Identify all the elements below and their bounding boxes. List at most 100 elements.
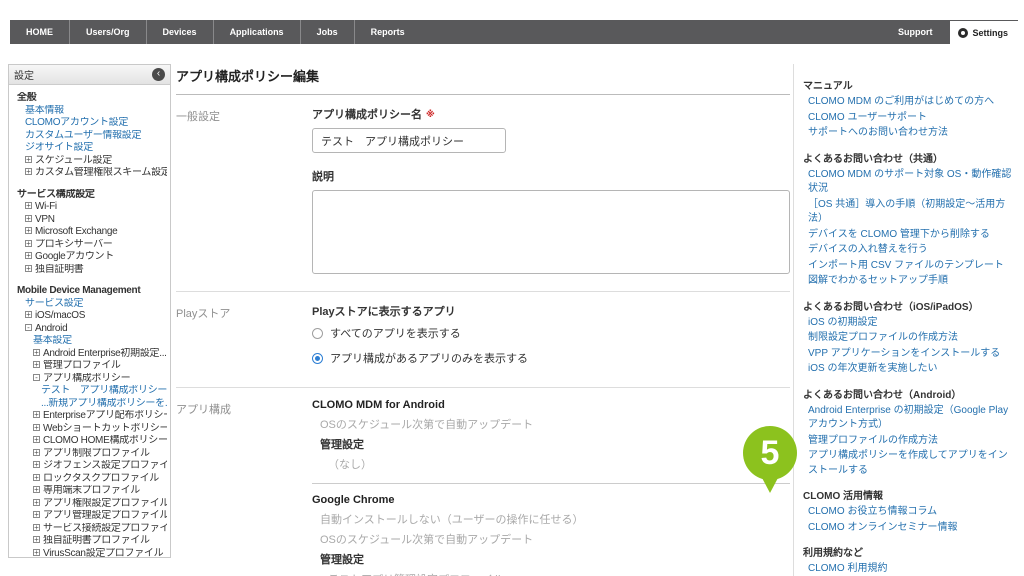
sidebar-item[interactable]: +カスタム管理権限スキーム設定 <box>12 167 167 180</box>
expand-icon[interactable]: + <box>25 215 32 222</box>
help-link[interactable]: アプリ構成ポリシーを作成してアプリをインストールする <box>803 449 1017 478</box>
expand-icon[interactable]: + <box>33 349 40 356</box>
help-link[interactable]: CLOMO MDM のご利用がはじめての方へ <box>803 95 1017 110</box>
sidebar-item[interactable]: +Microsoft Exchange <box>12 226 167 239</box>
expand-icon[interactable]: - <box>25 324 32 331</box>
sidebar-item-label: テスト アプリ構成ポリシー <box>41 385 167 396</box>
sidebar-item[interactable]: +VPN <box>12 214 167 227</box>
expand-icon[interactable]: - <box>33 374 40 381</box>
sidebar-item[interactable]: +独自証明書プロファイル <box>12 535 167 548</box>
sidebar-item[interactable] <box>12 180 167 189</box>
sidebar-item-label: Android Enterprise初期設定... <box>43 348 167 359</box>
nav-item[interactable]: Devices <box>146 20 213 44</box>
help-link[interactable]: CLOMO オンラインセミナー情報 <box>803 521 1017 536</box>
sidebar-item[interactable]: CLOMOアカウント設定 <box>12 117 167 130</box>
sidebar-item[interactable]: +独自証明書 <box>12 264 167 277</box>
nav-item[interactable]: Reports <box>354 20 421 44</box>
help-link[interactable]: インポート用 CSV ファイルのテンプレート <box>803 259 1017 274</box>
radio-option[interactable]: すべてのアプリを表示する <box>312 325 790 341</box>
sidebar-item[interactable]: +ジオフェンス設定プロファイル <box>12 460 167 473</box>
help-link[interactable]: CLOMO お役立ち情報コラム <box>803 505 1017 520</box>
help-link[interactable]: 制限設定プロファイルの作成方法 <box>803 331 1017 346</box>
sidebar-item[interactable]: テスト アプリ構成ポリシー <box>12 385 167 398</box>
sidebar-item[interactable]: 全般 <box>12 92 167 105</box>
expand-icon[interactable]: + <box>33 474 40 481</box>
help-link[interactable]: VPP アプリケーションをインストールする <box>803 347 1017 362</box>
sidebar-item[interactable]: +アプリ管理設定プロファイル <box>12 510 167 523</box>
sidebar-item[interactable]: サービス構成設定 <box>12 189 167 202</box>
expand-icon[interactable]: + <box>33 361 40 368</box>
help-link[interactable]: CLOMO ユーザーサポート <box>803 111 1017 126</box>
expand-icon[interactable]: + <box>33 424 40 431</box>
nav-item[interactable]: Applications <box>213 20 300 44</box>
expand-icon[interactable]: + <box>33 411 40 418</box>
sidebar-item[interactable]: +専用端末プロファイル <box>12 485 167 498</box>
sidebar-item[interactable]: +プロキシサーバー <box>12 239 167 252</box>
help-link[interactable]: デバイスの入れ替えを行う <box>803 243 1017 258</box>
sidebar-item[interactable] <box>12 276 167 285</box>
help-link[interactable]: ［OS 共通］導入の手順（初期設定〜活用方法） <box>803 198 1017 227</box>
sidebar-item[interactable]: +Googleアカウント <box>12 251 167 264</box>
expand-icon[interactable]: + <box>33 486 40 493</box>
expand-icon[interactable]: + <box>25 240 32 247</box>
expand-icon[interactable]: + <box>33 549 40 556</box>
expand-icon[interactable]: + <box>25 252 32 259</box>
sidebar-item[interactable]: カスタムユーザー情報設定 <box>12 130 167 143</box>
help-link[interactable]: CLOMO 利用規約 <box>803 562 1017 576</box>
sidebar-item[interactable]: Mobile Device Management <box>12 285 167 298</box>
expand-icon[interactable]: + <box>33 499 40 506</box>
sidebar-item[interactable]: +Wi-Fi <box>12 201 167 214</box>
expand-icon[interactable]: + <box>25 156 32 163</box>
radio-option[interactable]: アプリ構成があるアプリのみを表示する <box>312 350 790 366</box>
expand-icon[interactable]: + <box>25 168 32 175</box>
expand-icon[interactable]: + <box>33 461 40 468</box>
sidebar-item[interactable]: +VirusScan設定プロファイル <box>12 548 167 559</box>
help-link[interactable]: Android Enterprise の初期設定（Google Play アカウ… <box>803 404 1017 433</box>
expand-icon[interactable]: + <box>33 536 40 543</box>
sidebar-item[interactable]: サービス設定 <box>12 298 167 311</box>
help-link[interactable]: サポートへのお問い合わせ方法 <box>803 126 1017 141</box>
sidebar-item[interactable]: +Android Enterprise初期設定... <box>12 348 167 361</box>
expand-icon[interactable]: + <box>33 524 40 531</box>
description-textarea[interactable] <box>312 190 790 274</box>
sidebar-item[interactable]: +アプリ権限設定プロファイル <box>12 498 167 511</box>
sidebar-item[interactable]: -Android <box>12 323 167 336</box>
expand-icon[interactable]: + <box>33 449 40 456</box>
sidebar-item[interactable]: +Enterpriseアプリ配布ポリシー <box>12 410 167 423</box>
sidebar-item[interactable]: 基本設定 <box>12 335 167 348</box>
nav-item[interactable]: HOME <box>10 20 69 44</box>
sidebar-item[interactable]: -アプリ構成ポリシー <box>12 373 167 386</box>
sidebar-item[interactable]: ジオサイト設定 <box>12 142 167 155</box>
help-link[interactable]: 管理プロファイルの作成方法 <box>803 434 1017 449</box>
sidebar-item-label: CLOMOアカウント設定 <box>25 117 128 128</box>
sidebar-item[interactable]: ...新規アプリ構成ポリシーを... <box>12 398 167 411</box>
nav-support-link[interactable]: Support <box>880 27 951 37</box>
expand-icon[interactable]: + <box>25 265 32 272</box>
sidebar-item-label: 管理プロファイル <box>43 360 121 371</box>
sidebar-item[interactable]: +アプリ制限プロファイル <box>12 448 167 461</box>
expand-icon[interactable]: + <box>25 202 32 209</box>
help-section: よくあるお問い合わせ（共通） CLOMO MDM のサポート対象 OS・動作確認… <box>803 150 1017 289</box>
expand-icon[interactable]: + <box>33 436 40 443</box>
sidebar-item[interactable]: 基本情報 <box>12 105 167 118</box>
sidebar-item[interactable]: +Webショートカットポリシー <box>12 423 167 436</box>
nav-item[interactable]: Users/Org <box>69 20 146 44</box>
nav-item[interactable]: Jobs <box>300 20 354 44</box>
sidebar-item[interactable]: +サービス接続設定プロファイル <box>12 523 167 536</box>
sidebar-item[interactable]: +スケジュール設定 <box>12 155 167 168</box>
help-link[interactable]: iOS の初期設定 <box>803 316 1017 331</box>
nav-settings-tab[interactable]: Settings <box>950 21 1018 47</box>
collapse-sidebar-icon[interactable]: ‹ <box>152 68 165 81</box>
help-link[interactable]: CLOMO MDM のサポート対象 OS・動作確認状況 <box>803 168 1017 197</box>
sidebar-item[interactable]: +管理プロファイル <box>12 360 167 373</box>
help-link[interactable]: iOS の年次更新を実施したい <box>803 362 1017 377</box>
expand-icon[interactable]: + <box>33 511 40 518</box>
expand-icon[interactable]: + <box>25 227 32 234</box>
sidebar-item[interactable]: +ロックタスクプロファイル <box>12 473 167 486</box>
help-link[interactable]: 図解でわかるセットアップ手順 <box>803 274 1017 289</box>
sidebar-item[interactable]: +iOS/macOS <box>12 310 167 323</box>
policy-name-input[interactable] <box>312 128 506 153</box>
expand-icon[interactable]: + <box>25 311 32 318</box>
sidebar-item[interactable]: +CLOMO HOME構成ポリシー <box>12 435 167 448</box>
help-link[interactable]: デバイスを CLOMO 管理下から削除する <box>803 228 1017 243</box>
